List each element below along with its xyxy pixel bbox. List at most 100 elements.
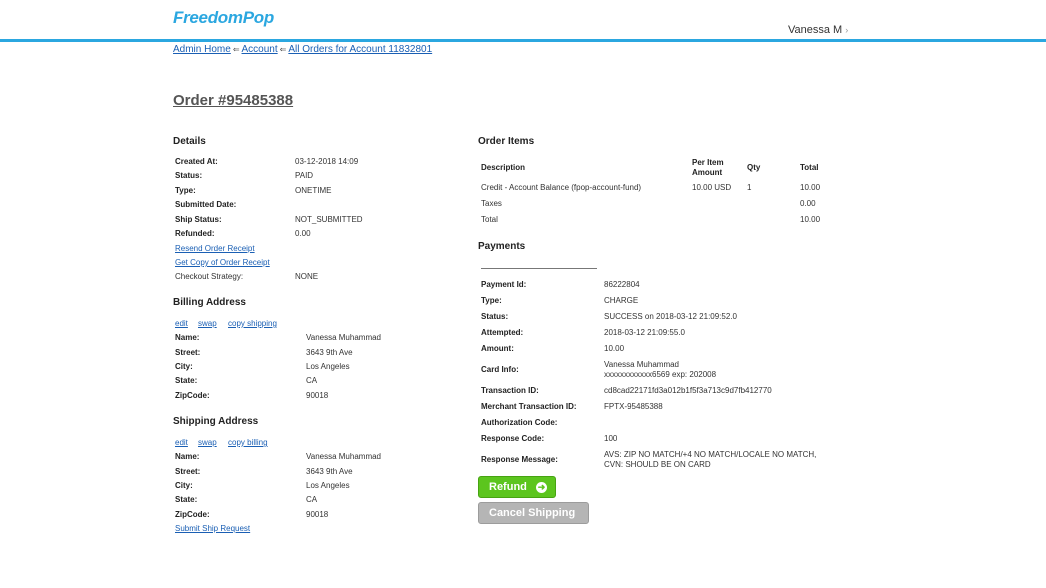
freedompop-logo[interactable]: FreedomPop bbox=[173, 8, 274, 28]
user-name[interactable]: Vanessa M bbox=[788, 24, 842, 36]
cancel-shipping-button-label: Cancel Shipping bbox=[489, 507, 576, 519]
shipping-zipcode-value: 90018 bbox=[306, 510, 329, 519]
transaction-id-label: Transaction ID: bbox=[481, 386, 539, 395]
total-value: 10.00 bbox=[800, 215, 821, 224]
taxes-label: Taxes bbox=[481, 199, 502, 208]
payment-status-value: SUCCESS on 2018-03-12 21:09:52.0 bbox=[604, 312, 737, 321]
shipping-state-label: State: bbox=[175, 495, 198, 504]
transaction-id-value: cd8cad22171fd3a012b1f5f3a713c9d7fb412770 bbox=[604, 386, 772, 395]
resend-order-receipt-link[interactable]: Resend Order Receipt bbox=[175, 244, 255, 253]
submitted-date-label: Submitted Date: bbox=[175, 200, 237, 209]
authorization-code-label: Authorization Code: bbox=[481, 418, 558, 427]
billing-city-value: Los Angeles bbox=[306, 362, 350, 371]
checkout-strategy-label: Checkout Strategy: bbox=[175, 272, 244, 281]
breadcrumb-arrow-icon: ⇐ bbox=[232, 45, 240, 54]
header-divider bbox=[0, 39, 1046, 42]
billing-address-heading: Billing Address bbox=[173, 297, 246, 308]
taxes-value: 0.00 bbox=[800, 199, 816, 208]
response-code-value: 100 bbox=[604, 434, 618, 443]
submit-ship-request-link[interactable]: Submit Ship Request bbox=[175, 524, 250, 533]
billing-copy-shipping-link[interactable]: copy shipping bbox=[228, 319, 277, 328]
breadcrumb: Admin Home ⇐ Account ⇐ All Orders for Accoun… bbox=[173, 44, 432, 55]
shipping-city-label: City: bbox=[175, 481, 193, 490]
response-message-label: Response Message: bbox=[481, 455, 558, 464]
created-at-value: 03-12-2018 14:09 bbox=[295, 157, 359, 166]
card-info-label: Card Info: bbox=[481, 365, 519, 374]
shipping-address-heading: Shipping Address bbox=[173, 416, 259, 427]
payments-divider bbox=[481, 268, 597, 269]
billing-name-label: Name: bbox=[175, 333, 200, 342]
shipping-copy-billing-link[interactable]: copy billing bbox=[228, 438, 268, 447]
billing-state-value: CA bbox=[306, 376, 318, 385]
refunded-label: Refunded: bbox=[175, 229, 215, 238]
billing-street-label: Street: bbox=[175, 348, 201, 357]
item-qty: 1 bbox=[747, 183, 752, 192]
attempted-value: 2018-03-12 21:09:55.0 bbox=[604, 328, 685, 337]
details-heading: Details bbox=[173, 136, 206, 147]
payment-type-label: Type: bbox=[481, 296, 502, 305]
total-label: Total bbox=[481, 215, 498, 224]
checkout-strategy-value: NONE bbox=[295, 272, 319, 281]
breadcrumb-admin-home[interactable]: Admin Home bbox=[173, 44, 231, 55]
payment-id-label: Payment Id: bbox=[481, 280, 527, 289]
shipping-street-value: 3643 9th Ave bbox=[306, 467, 353, 476]
payment-status-label: Status: bbox=[481, 312, 509, 321]
amount-value: 10.00 bbox=[604, 344, 625, 353]
breadcrumb-all-orders[interactable]: All Orders for Account 11832801 bbox=[288, 44, 432, 55]
merchant-transaction-id-label: Merchant Transaction ID: bbox=[481, 402, 577, 411]
user-menu[interactable]: Vanessa M › bbox=[788, 24, 848, 36]
ship-status-label: Ship Status: bbox=[175, 215, 222, 224]
item-per-item: 10.00 USD bbox=[692, 183, 732, 192]
response-message-line2: CVN: SHOULD BE ON CARD bbox=[604, 460, 711, 469]
attempted-label: Attempted: bbox=[481, 328, 524, 337]
col-amount: Amount bbox=[692, 168, 723, 177]
amount-label: Amount: bbox=[481, 344, 514, 353]
breadcrumb-account[interactable]: Account bbox=[242, 44, 278, 55]
col-total: Total bbox=[800, 163, 819, 172]
billing-street-value: 3643 9th Ave bbox=[306, 348, 353, 357]
order-items-heading: Order Items bbox=[478, 136, 535, 147]
page-title: Order #95485388 bbox=[173, 92, 294, 109]
shipping-city-value: Los Angeles bbox=[306, 481, 350, 490]
ship-status-value: NOT_SUBMITTED bbox=[295, 215, 363, 224]
merchant-transaction-id-value: FPTX-95485388 bbox=[604, 402, 663, 411]
billing-edit-link[interactable]: edit bbox=[175, 319, 188, 328]
status-label: Status: bbox=[175, 171, 203, 180]
refund-button[interactable]: Refund ➜ bbox=[478, 476, 556, 498]
cancel-shipping-button[interactable]: Cancel Shipping bbox=[478, 502, 589, 524]
shipping-street-label: Street: bbox=[175, 467, 201, 476]
card-number-value: xxxxxxxxxxxx6569 exp: 202008 bbox=[604, 370, 717, 379]
billing-zipcode-label: ZipCode: bbox=[175, 391, 210, 400]
refunded-value: 0.00 bbox=[295, 229, 311, 238]
response-code-label: Response Code: bbox=[481, 434, 545, 443]
col-description: Description bbox=[481, 163, 526, 172]
get-copy-receipt-link[interactable]: Get Copy of Order Receipt bbox=[175, 258, 270, 267]
type-value: ONETIME bbox=[295, 186, 332, 195]
billing-swap-link[interactable]: swap bbox=[198, 319, 217, 328]
response-message-line1: AVS: ZIP NO MATCH/+4 NO MATCH/LOCALE NO … bbox=[604, 450, 817, 459]
payment-type-value: CHARGE bbox=[604, 296, 639, 305]
billing-zipcode-value: 90018 bbox=[306, 391, 329, 400]
billing-state-label: State: bbox=[175, 376, 198, 385]
type-label: Type: bbox=[175, 186, 196, 195]
shipping-zipcode-label: ZipCode: bbox=[175, 510, 210, 519]
item-description: Credit - Account Balance (fpop-account-f… bbox=[481, 183, 642, 192]
col-per-item: Per Item bbox=[692, 158, 724, 167]
item-total: 10.00 bbox=[800, 183, 821, 192]
shipping-state-value: CA bbox=[306, 495, 318, 504]
created-at-label: Created At: bbox=[175, 157, 218, 166]
shipping-edit-link[interactable]: edit bbox=[175, 438, 188, 447]
payments-heading: Payments bbox=[478, 241, 526, 252]
billing-city-label: City: bbox=[175, 362, 193, 371]
card-holder-value: Vanessa Muhammad bbox=[604, 360, 679, 369]
billing-name-value: Vanessa Muhammad bbox=[306, 333, 381, 342]
shipping-swap-link[interactable]: swap bbox=[198, 438, 217, 447]
breadcrumb-arrow-icon: ⇐ bbox=[279, 45, 287, 54]
col-qty: Qty bbox=[747, 163, 761, 172]
status-value: PAID bbox=[295, 171, 314, 180]
refund-button-label: Refund bbox=[489, 481, 527, 493]
header: FreedomPop Vanessa M › bbox=[0, 0, 1046, 44]
arrow-right-circle-icon: ➜ bbox=[536, 482, 547, 493]
payment-id-value: 86222804 bbox=[604, 280, 640, 289]
shipping-name-label: Name: bbox=[175, 452, 200, 461]
